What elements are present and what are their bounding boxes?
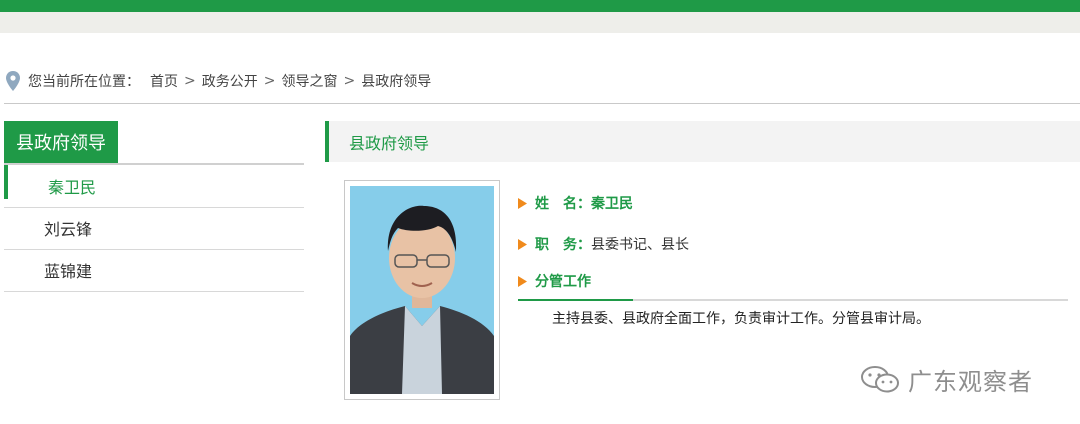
breadcrumb-prefix: 您当前所在位置： xyxy=(28,74,140,90)
watermark: 广东观察者 xyxy=(860,362,1033,397)
portrait-photo xyxy=(350,186,494,394)
breadcrumb-gov-affairs-link[interactable]: 政务公开 xyxy=(202,71,258,91)
breadcrumb-home-link[interactable]: 首页 xyxy=(150,71,178,91)
location-pin-icon xyxy=(6,71,20,91)
content-header: 县政府领导 xyxy=(325,121,1080,162)
breadcrumb-divider xyxy=(4,103,1080,104)
watermark-text: 广东观察者 xyxy=(908,368,1033,396)
duty-description: 主持县委、县政府全面工作，负责审计工作。分管县审计局。 xyxy=(552,311,930,327)
breadcrumb-separator: > xyxy=(184,73,196,89)
sidebar-item-label: 刘云锋 xyxy=(44,220,93,239)
sidebar-title: 县政府领导 xyxy=(4,121,118,163)
name-field: 姓 名： 秦卫民 xyxy=(518,193,633,213)
duty-heading: 分管工作 xyxy=(518,271,591,291)
name-value: 秦卫民 xyxy=(591,196,633,212)
sidebar-item-qin-weimin[interactable]: 秦卫民 xyxy=(4,165,304,208)
duty-label: 分管工作 xyxy=(535,274,591,290)
sidebar-item-label: 蓝锦建 xyxy=(44,262,93,281)
breadcrumb-separator: > xyxy=(263,73,276,89)
breadcrumb-separator: > xyxy=(343,73,356,89)
position-value: 县委书记、县长 xyxy=(591,237,689,253)
orange-arrow-icon xyxy=(518,275,527,287)
header-pattern-strip xyxy=(0,12,1080,33)
name-label: 姓 名： xyxy=(535,196,591,212)
content-title: 县政府领导 xyxy=(349,133,430,153)
breadcrumb-current-page[interactable]: 县政府领导 xyxy=(361,71,431,91)
sidebar-header: 县政府领导 xyxy=(4,121,304,165)
duty-divider-accent xyxy=(518,299,633,301)
sidebar-item-liu-yunfeng[interactable]: 刘云锋 xyxy=(4,207,304,250)
sidebar-item-label: 秦卫民 xyxy=(48,178,97,197)
orange-arrow-icon xyxy=(518,197,527,209)
portrait-frame xyxy=(344,180,500,400)
breadcrumb-leaders-window-link[interactable]: 领导之窗 xyxy=(281,71,337,91)
position-label: 职 务： xyxy=(535,237,591,253)
orange-arrow-icon xyxy=(518,238,527,250)
breadcrumb: 您当前所在位置： 首页 > 政务公开 > 领导之窗 > 县政府领导 xyxy=(6,68,431,94)
top-header-bar xyxy=(0,0,1080,12)
position-field: 职 务： 县委书记、县长 xyxy=(518,234,689,254)
wechat-icon xyxy=(861,365,899,392)
sidebar-item-lan-jinjian[interactable]: 蓝锦建 xyxy=(4,249,304,292)
